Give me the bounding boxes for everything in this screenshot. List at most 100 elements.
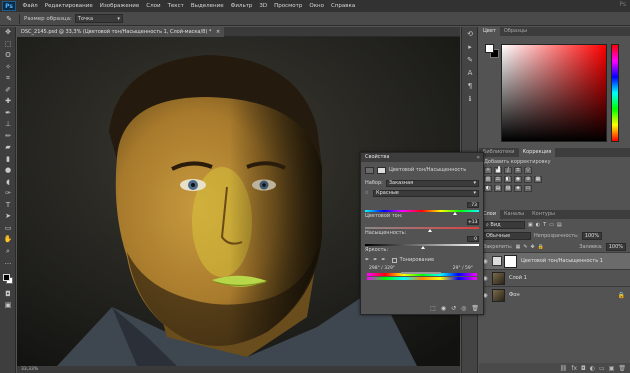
- channel-select[interactable]: Красные ▾: [373, 189, 479, 197]
- range-selector[interactable]: [401, 272, 441, 274]
- layer-row-hue-saturation[interactable]: ◉ Цветовой тон/Насыщенность 1: [479, 252, 630, 269]
- lock-position-icon[interactable]: ✥: [531, 244, 535, 250]
- tab-color[interactable]: Цвет: [479, 27, 500, 36]
- layer-mask-thumbnail[interactable]: [504, 254, 517, 268]
- posterize-adjust-icon[interactable]: ▤: [494, 185, 502, 192]
- panel-foreground-swatch[interactable]: [485, 44, 494, 53]
- trash-icon[interactable]: 🗑: [471, 305, 479, 312]
- eyedropper-icon[interactable]: ✐: [0, 85, 16, 97]
- bw-adjust-icon[interactable]: ◧: [504, 176, 512, 183]
- menu-window[interactable]: Окно: [306, 3, 328, 9]
- mask-icon[interactable]: [377, 166, 386, 174]
- channel-mixer-adjust-icon[interactable]: ⊕: [524, 176, 532, 183]
- filter-smart-icon[interactable]: ▤: [557, 222, 562, 228]
- curves-adjust-icon[interactable]: ∫: [504, 167, 512, 174]
- color-balance-adjust-icon[interactable]: ⚖: [494, 176, 502, 183]
- properties-header[interactable]: Свойства »: [361, 153, 483, 162]
- layer-style-icon[interactable]: fx: [571, 365, 577, 372]
- filter-type-icon[interactable]: T: [543, 222, 546, 228]
- levels-adjust-icon[interactable]: ▟: [494, 167, 502, 174]
- saturation-track[interactable]: [365, 227, 479, 229]
- shape-tool-icon[interactable]: ▭: [0, 223, 16, 235]
- document-tab[interactable]: DSC_2145.psd @ 33,3% (Цветовой тон/Насыщ…: [17, 27, 225, 37]
- threshold-adjust-icon[interactable]: ▨: [504, 185, 512, 192]
- color-swatches[interactable]: [0, 271, 16, 289]
- tab-paths[interactable]: Контуры: [528, 210, 559, 219]
- reset-icon[interactable]: ↺: [451, 305, 456, 312]
- filter-shape-icon[interactable]: ▭: [549, 222, 554, 228]
- menu-edit[interactable]: Редактирование: [41, 3, 96, 9]
- layer-row-layer-1[interactable]: ◉ Слой 1: [479, 269, 630, 286]
- brush-tool-icon[interactable]: ✒: [0, 108, 16, 120]
- eyedropper-plus-icon[interactable]: ✒: [373, 257, 377, 263]
- paragraph-panel-icon[interactable]: ¶: [462, 79, 478, 92]
- color-lookup-adjust-icon[interactable]: ▦: [534, 176, 542, 183]
- hand-tool-icon[interactable]: ✋: [0, 234, 16, 246]
- eraser-tool-icon[interactable]: ▰: [0, 142, 16, 154]
- opacity-field[interactable]: 100%: [581, 231, 603, 240]
- path-select-icon[interactable]: ➤: [0, 211, 16, 223]
- eyedropper-icon[interactable]: ✒: [365, 257, 369, 263]
- color-picker-field[interactable]: [501, 44, 607, 142]
- fill-field[interactable]: 100%: [605, 242, 626, 251]
- invert-adjust-icon[interactable]: ◐: [484, 185, 492, 192]
- healing-brush-icon[interactable]: ✚: [0, 96, 16, 108]
- tab-adjustments[interactable]: Коррекция: [518, 148, 556, 157]
- lightness-value-field[interactable]: 0: [467, 236, 479, 242]
- filter-adjust-icon[interactable]: ◐: [536, 222, 540, 228]
- eyedropper-minus-icon[interactable]: ✒: [381, 257, 385, 263]
- hue-thumb[interactable]: [453, 212, 458, 215]
- preset-select[interactable]: Заказная ▾: [385, 179, 479, 187]
- menu-file[interactable]: Файл: [19, 3, 41, 9]
- brightness-adjust-icon[interactable]: ☼: [484, 167, 492, 174]
- close-icon[interactable]: »: [476, 153, 480, 162]
- quick-mask-icon[interactable]: ◘: [0, 289, 16, 301]
- toggle-visibility-icon[interactable]: ◎: [461, 305, 466, 312]
- brush-panel-icon[interactable]: ✎: [462, 53, 478, 66]
- info-panel-icon[interactable]: ℹ: [462, 92, 478, 105]
- tab-channels[interactable]: Каналы: [500, 210, 528, 219]
- menu-help[interactable]: Справка: [327, 3, 358, 9]
- hue-slider[interactable]: [611, 44, 619, 142]
- exposure-adjust-icon[interactable]: ±: [514, 167, 522, 174]
- lock-all-icon[interactable]: 🔒: [538, 244, 544, 250]
- saturation-thumb[interactable]: [427, 229, 432, 232]
- blur-tool-icon[interactable]: ●: [0, 165, 16, 177]
- hue-track[interactable]: [365, 210, 479, 212]
- menu-filter[interactable]: Фильтр: [227, 3, 256, 9]
- lock-brush-icon[interactable]: ✎: [523, 244, 527, 250]
- gradient-tool-icon[interactable]: ▮: [0, 154, 16, 166]
- add-mask-icon[interactable]: ◘: [581, 365, 586, 372]
- menu-select[interactable]: Выделение: [187, 3, 227, 9]
- vibrance-adjust-icon[interactable]: ▽: [524, 167, 532, 174]
- lasso-tool-icon[interactable]: ʘ: [0, 50, 16, 62]
- history-brush-icon[interactable]: ✏: [0, 131, 16, 143]
- colorize-checkbox[interactable]: [391, 257, 397, 263]
- layer-row-background[interactable]: ◉ Фон 🔒: [479, 286, 630, 303]
- foreground-color-swatch[interactable]: [3, 273, 10, 281]
- new-group-icon[interactable]: ▭: [599, 365, 605, 372]
- new-layer-icon[interactable]: ▣: [609, 365, 615, 372]
- stamp-tool-icon[interactable]: ⊥: [0, 119, 16, 131]
- clip-to-layer-icon[interactable]: ⬚: [430, 305, 436, 312]
- close-icon[interactable]: ×: [216, 29, 220, 35]
- tab-libraries[interactable]: Библиотеки: [479, 148, 519, 157]
- dodge-tool-icon[interactable]: ◖: [0, 177, 16, 189]
- more-tools-icon[interactable]: ···: [0, 259, 16, 271]
- zoom-tool-icon[interactable]: ⌕: [0, 246, 16, 258]
- trash-icon[interactable]: 🗑: [618, 365, 626, 372]
- selective-color-adjust-icon[interactable]: ◈: [514, 185, 522, 192]
- zoom-readout[interactable]: 33,33%: [21, 367, 38, 372]
- hue-sat-adjust-icon[interactable]: ▥: [484, 176, 492, 183]
- crop-tool-icon[interactable]: ⌗: [0, 73, 16, 85]
- marquee-tool-icon[interactable]: ⬚: [0, 39, 16, 51]
- filter-pixel-icon[interactable]: ▣: [528, 222, 533, 228]
- screen-mode-icon[interactable]: ▣: [0, 300, 16, 312]
- lightness-thumb[interactable]: [421, 246, 425, 249]
- saturation-value-field[interactable]: +13: [467, 219, 479, 225]
- quick-select-tool-icon[interactable]: ✧: [0, 62, 16, 74]
- photo-filter-adjust-icon[interactable]: ◉: [514, 176, 522, 183]
- tab-swatches[interactable]: Образцы: [500, 27, 531, 36]
- actions-panel-icon[interactable]: ▸: [462, 40, 478, 53]
- sample-size-select[interactable]: Точка ▾: [74, 14, 123, 23]
